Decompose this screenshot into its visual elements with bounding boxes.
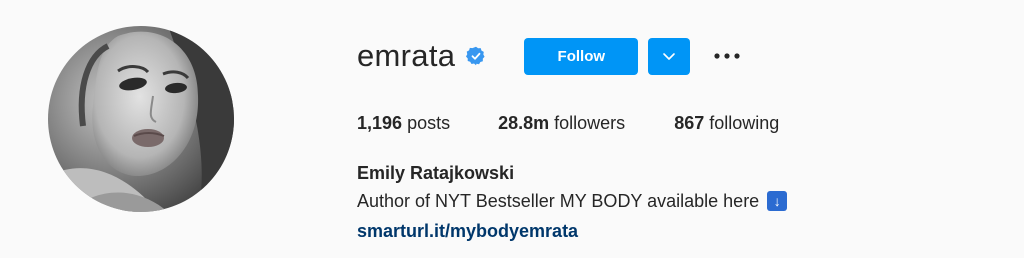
stat-posts: 1,196 posts — [357, 112, 450, 134]
full-name: Emily Ratajkowski — [357, 163, 515, 183]
profile-title-row: emrata Follow — [357, 36, 977, 76]
profile-header: emrata Follow 1,196 posts 28.8m follower… — [0, 0, 1024, 258]
following-label: following — [709, 113, 780, 133]
username: emrata — [357, 38, 456, 73]
avatar[interactable] — [48, 26, 234, 212]
more-options-icon — [714, 53, 740, 59]
chevron-down-icon — [663, 53, 676, 60]
stat-followers[interactable]: 28.8m followers — [498, 112, 625, 134]
followers-label: followers — [554, 113, 626, 133]
profile-info: emrata Follow 1,196 posts 28.8m follower… — [357, 36, 977, 243]
more-options-button[interactable] — [712, 41, 742, 71]
posts-count: 1,196 — [357, 113, 403, 133]
posts-label: posts — [407, 113, 451, 133]
bio-text: Author of NYT Bestseller MY BODY availab… — [357, 191, 760, 211]
avatar-image — [48, 26, 234, 212]
suggested-accounts-button[interactable] — [648, 37, 691, 75]
following-count: 867 — [674, 113, 705, 133]
bio: Author of NYT Bestseller MY BODY availab… — [357, 189, 977, 213]
down-arrow-emoji-icon: ↓ — [767, 191, 788, 211]
profile-stats: 1,196 posts 28.8m followers 867 followin… — [357, 112, 977, 134]
stat-following[interactable]: 867 following — [674, 112, 779, 134]
followers-count: 28.8m — [498, 113, 550, 133]
verified-badge-icon — [466, 46, 486, 66]
bio-link[interactable]: smarturl.it/mybodyemrata — [357, 219, 578, 243]
follow-button[interactable]: Follow — [524, 37, 639, 75]
